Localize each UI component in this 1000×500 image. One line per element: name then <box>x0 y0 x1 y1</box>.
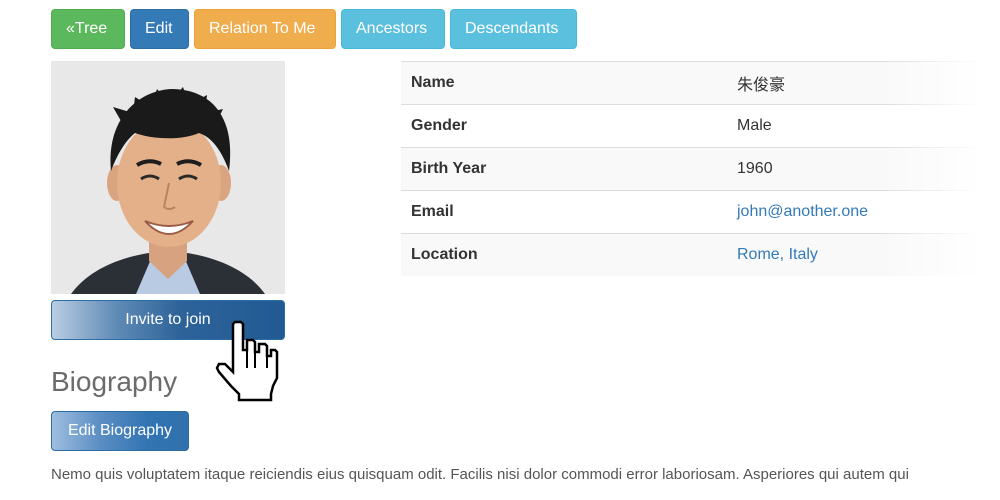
biography-text: Nemo quis voluptatem itaque reiciendis e… <box>51 466 909 483</box>
field-value-birth-year: 1960 <box>727 147 1000 191</box>
email-link[interactable]: john@another.one <box>727 190 1000 234</box>
profile-page: «Tree Edit Relation To Me Ancestors Desc… <box>0 0 1000 500</box>
person-portrait-image <box>51 61 285 294</box>
field-label-gender: Gender <box>401 104 727 148</box>
table-row: Name 朱俊豪 <box>401 61 1000 105</box>
table-row: Gender Male <box>401 104 1000 148</box>
hand-pointer-cursor-icon <box>215 320 279 402</box>
top-toolbar: «Tree Edit Relation To Me Ancestors Desc… <box>51 9 577 49</box>
tree-button[interactable]: «Tree <box>51 9 125 49</box>
biography-heading: Biography <box>51 366 178 397</box>
field-value-name: 朱俊豪 <box>727 61 1000 105</box>
field-value-gender: Male <box>727 104 1000 148</box>
field-label-email: Email <box>401 190 727 234</box>
relation-to-me-button[interactable]: Relation To Me <box>194 9 336 49</box>
location-link[interactable]: Rome, Italy <box>727 233 1000 276</box>
biography-fade-overlay <box>910 455 1000 500</box>
table-row: Location Rome, Italy <box>401 233 1000 276</box>
field-label-birth-year: Birth Year <box>401 147 727 191</box>
edit-button[interactable]: Edit <box>130 9 189 49</box>
descendants-button[interactable]: Descendants <box>450 9 577 49</box>
profile-photo <box>51 61 285 294</box>
table-row: Birth Year 1960 <box>401 147 1000 191</box>
ancestors-button[interactable]: Ancestors <box>341 9 445 49</box>
edit-biography-button[interactable]: Edit Biography <box>51 411 189 451</box>
field-label-name: Name <box>401 61 727 105</box>
profile-info-table: Name 朱俊豪 Gender Male Birth Year 1960 Ema… <box>401 61 1000 276</box>
table-row: Email john@another.one <box>401 190 1000 234</box>
field-label-location: Location <box>401 233 727 276</box>
